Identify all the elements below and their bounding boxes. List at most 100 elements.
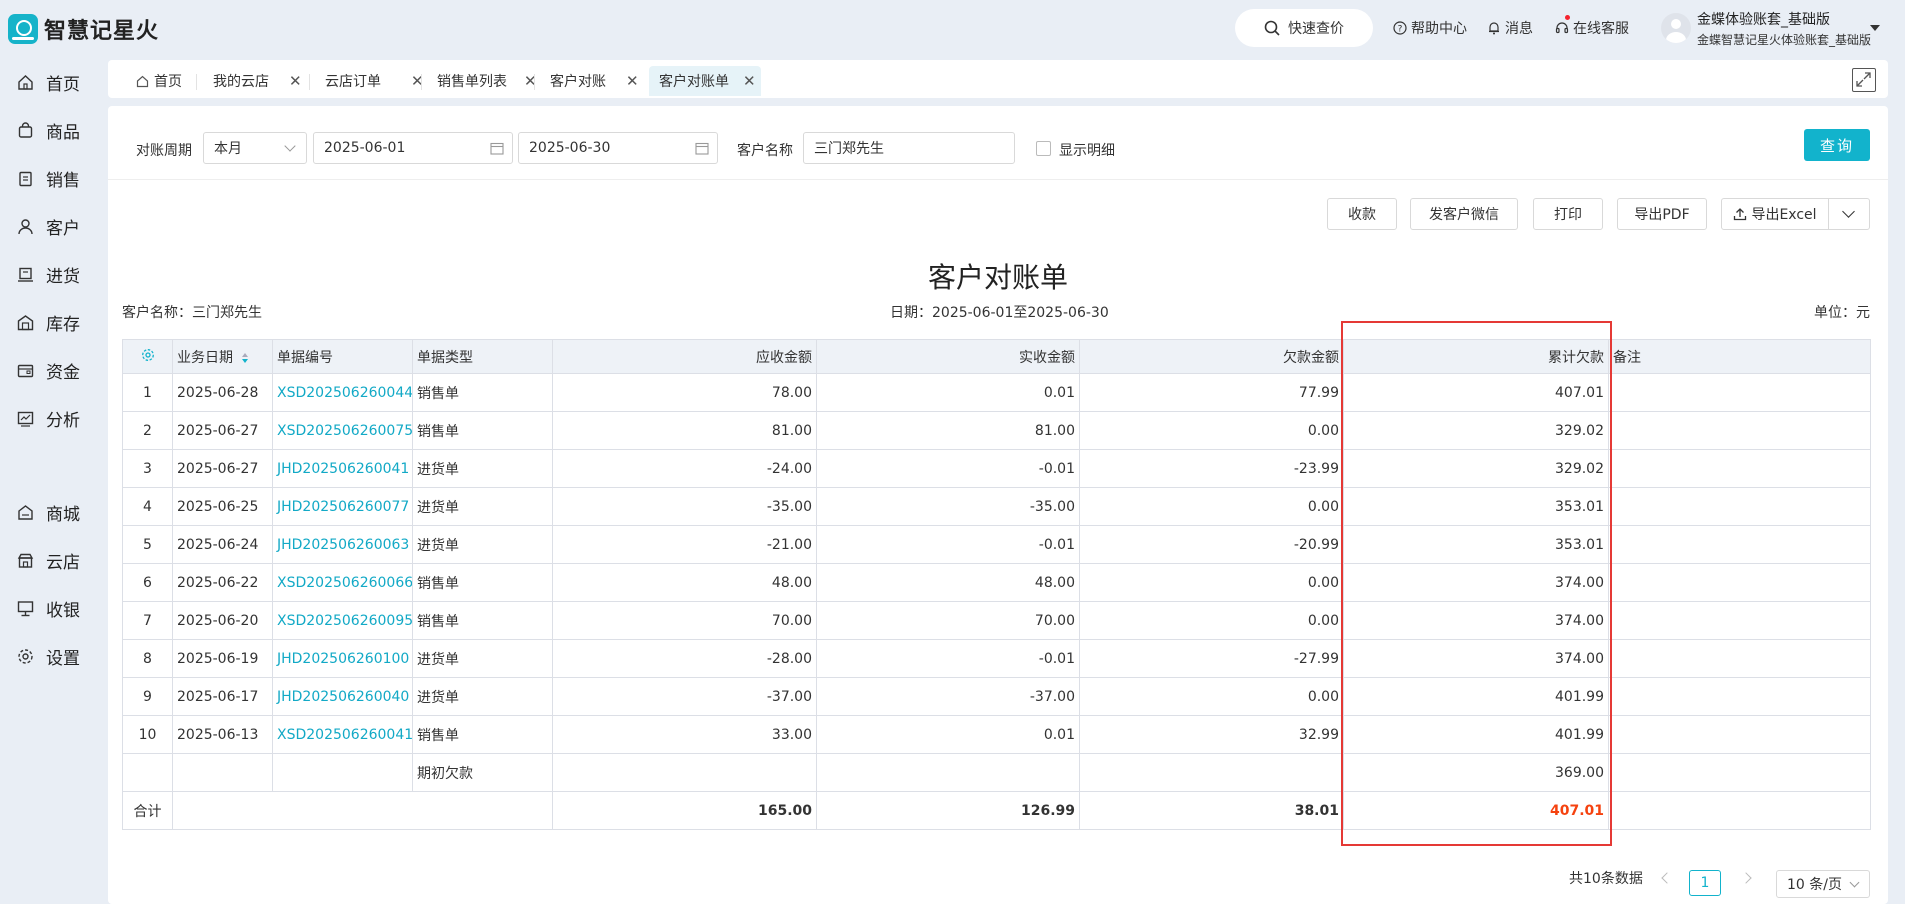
customer-value: 三门郑先生 (814, 141, 884, 157)
account-switcher[interactable]: 金蝶体验账套_基础版 金蝶智慧记星火体验账套_基础版 (1697, 9, 1871, 48)
table-row: 3 2025-06-27 JHD202506260041 进货单 -24.00 -0.01… (122, 449, 1871, 488)
doc-number-link[interactable]: XSD202506260066 (272, 563, 413, 602)
row-cumulative: 374.00 (1343, 563, 1609, 602)
show-detail-checkbox[interactable] (1036, 141, 1051, 156)
doc-number-link[interactable]: JHD202506260040 (272, 677, 413, 716)
sidebar-item-inventory[interactable]: 库存 (17, 310, 80, 335)
sidebar-item-sales[interactable]: 销售 (17, 166, 80, 191)
close-icon[interactable]: ✕ (626, 72, 639, 90)
tab-sales-list[interactable]: 销售单列表 ✕ (427, 66, 540, 96)
export-dropdown-toggle[interactable] (1828, 198, 1870, 230)
doc-number-link[interactable]: XSD202506260075 (272, 411, 413, 450)
store-icon (18, 505, 33, 520)
sidebar-item-purchase[interactable]: 进货 (17, 262, 80, 287)
sidebar-item-funds[interactable]: 资金 (17, 358, 80, 383)
statement-table: 业务日期 单据编号 单据类型 应收金额 实收金额 欠款金额 累计欠款 备注 12… (122, 339, 1871, 830)
table-row: 8 2025-06-19 JHD202506260100 进货单 -28.00 -0.01… (122, 639, 1871, 678)
sidebar-item-settings[interactable]: 设置 (17, 644, 80, 669)
online-support-link[interactable]: 在线客服 (1555, 15, 1629, 38)
period-select[interactable]: 本月 (203, 132, 307, 164)
doc-number-link[interactable]: XSD202506260041 (272, 715, 413, 754)
close-icon[interactable]: ✕ (743, 72, 756, 90)
bell-icon (1489, 22, 1499, 35)
page-size-select[interactable]: 10 条/页 (1776, 870, 1870, 898)
doc-number-link[interactable]: JHD202506260041 (272, 449, 413, 488)
sidebar-item-cloud-store[interactable]: 云店 (17, 548, 80, 573)
sidebar-item-mall[interactable]: 商城 (17, 500, 80, 525)
prev-page-icon[interactable] (1661, 872, 1673, 884)
export-excel-button[interactable]: 导出Excel (1721, 198, 1829, 230)
page-number-current[interactable]: 1 (1689, 870, 1721, 896)
row-remark (1608, 791, 1871, 830)
tab-home[interactable]: 首页 (126, 66, 196, 96)
app-logo[interactable]: 智慧记星火 (8, 13, 159, 45)
svg-text:?: ? (1398, 25, 1403, 35)
row-receivable: 48.00 (552, 563, 817, 602)
app-title: 智慧记星火 (44, 19, 160, 44)
account-name: 金蝶体验账套_基础版 (1697, 12, 1830, 28)
help-center-link[interactable]: ? 帮助中心 (1393, 18, 1467, 38)
sidebar-item-products[interactable]: 商品 (17, 118, 80, 143)
column-settings[interactable] (122, 339, 173, 374)
calendar-icon (695, 142, 709, 155)
sort-icon[interactable] (241, 352, 249, 364)
caret-down-icon[interactable] (1870, 25, 1880, 31)
row-owed: 0.00 (1079, 563, 1344, 602)
next-page-icon[interactable] (1740, 872, 1752, 884)
bag-icon (18, 122, 33, 138)
row-owed: 0.00 (1079, 411, 1344, 450)
logo-icon (8, 14, 38, 44)
row-received: -35.00 (816, 487, 1080, 526)
row-date: 2025-06-27 (172, 411, 273, 450)
tab-divider (534, 74, 535, 90)
doc-number-link[interactable]: XSD202506260044 (272, 373, 413, 412)
tab-customer-statement[interactable]: 客户对账单 ✕ (649, 66, 761, 96)
send-wechat-button[interactable]: 发客户微信 (1410, 198, 1518, 230)
column-header-date[interactable]: 业务日期 (172, 339, 273, 374)
doc-number-link[interactable]: JHD202506260100 (272, 639, 413, 678)
query-button[interactable]: 查询 (1804, 129, 1870, 161)
tab-cloud-orders[interactable]: 云店订单 ✕ (315, 66, 427, 96)
warehouse-icon (17, 315, 34, 331)
sidebar-item-analysis[interactable]: 分析 (17, 406, 80, 431)
receive-payment-button[interactable]: 收款 (1327, 198, 1397, 230)
tab-customer-reconcile[interactable]: 客户对账 ✕ (540, 66, 643, 96)
opening-balance-value: 369.00 (1343, 753, 1609, 792)
avatar[interactable] (1661, 13, 1691, 43)
messages-link[interactable]: 消息 (1487, 18, 1533, 38)
row-remark (1608, 677, 1871, 716)
quick-search-label: 快速查价 (1288, 21, 1344, 37)
row-owed: -23.99 (1079, 449, 1344, 488)
cashier-icon (17, 601, 34, 617)
doc-number-link[interactable]: JHD202506260063 (272, 525, 413, 564)
close-icon[interactable]: ✕ (289, 72, 302, 90)
end-date-input[interactable]: 2025-06-30 (518, 132, 718, 164)
sidebar-item-cashier[interactable]: 收银 (17, 596, 80, 621)
row-number: 8 (122, 639, 173, 678)
sidebar-item-home[interactable]: 首页 (17, 70, 80, 95)
row-number: 6 (122, 563, 173, 602)
table-row: 5 2025-06-24 JHD202506260063 进货单 -21.00 -0.01… (122, 525, 1871, 564)
row-remark (1608, 487, 1871, 526)
doc-number-link[interactable]: XSD202506260095 (272, 601, 413, 640)
doc-number-link[interactable]: JHD202506260077 (272, 487, 413, 526)
headset-icon (1555, 22, 1569, 34)
tab-my-cloud-store[interactable]: 我的云店 ✕ (203, 66, 305, 96)
sidebar-item-label: 分析 (46, 411, 80, 431)
sidebar-item-label: 首页 (46, 75, 80, 95)
quick-price-search-button[interactable]: 快速查价 (1235, 9, 1373, 47)
account-subtitle: 金蝶智慧记星火体验账套_基础版 (1697, 33, 1872, 47)
column-header-receivable: 应收金额 (552, 339, 817, 374)
export-pdf-button[interactable]: 导出PDF (1617, 198, 1707, 230)
wallet-icon (17, 364, 34, 378)
opening-balance-row: 期初欠款 369.00 (122, 753, 1871, 792)
row-remark (1608, 753, 1871, 792)
row-receivable: -37.00 (552, 677, 817, 716)
tab-label: 客户对账 (550, 74, 606, 90)
print-button[interactable]: 打印 (1533, 198, 1603, 230)
fullscreen-icon[interactable] (1852, 68, 1876, 92)
customer-input[interactable]: 三门郑先生 (803, 132, 1015, 164)
column-header-remark: 备注 (1608, 339, 1871, 374)
start-date-input[interactable]: 2025-06-01 (313, 132, 513, 164)
sidebar-item-customers[interactable]: 客户 (17, 214, 80, 239)
